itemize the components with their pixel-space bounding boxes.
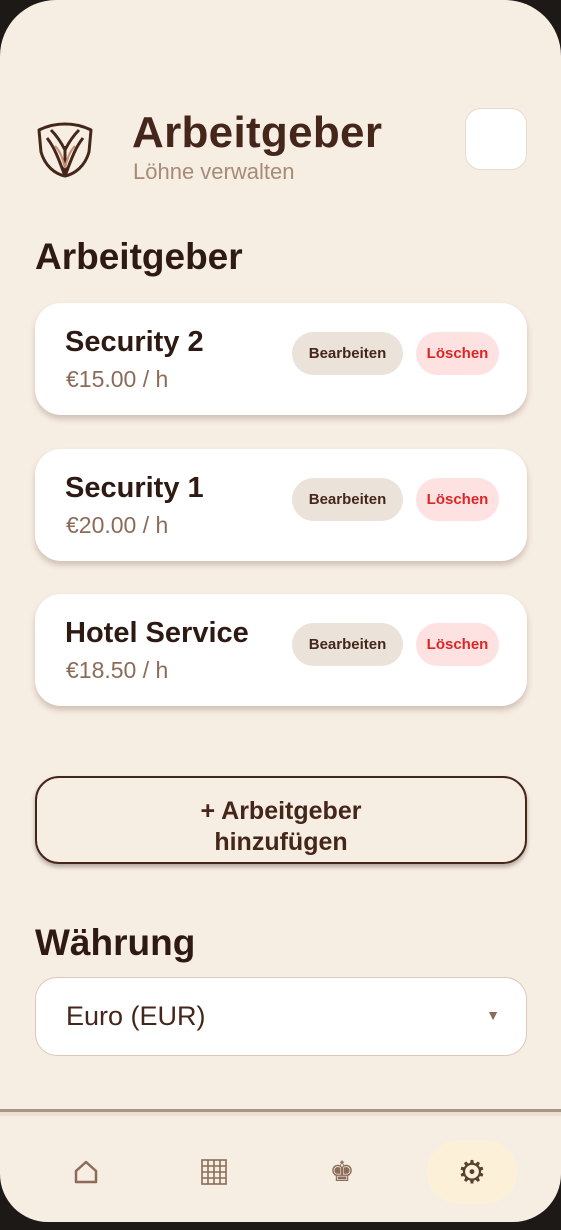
employer-card: Hotel Service €18.50 / h Bearbeiten Lösc… [35,594,527,706]
currency-selected-value: Euro (EUR) [66,1001,206,1031]
home-icon [74,1160,98,1184]
page-subtitle: Löhne verwalten [133,159,295,184]
employer-name: Security 1 [65,472,204,504]
gear-icon: ⚙ [457,1154,487,1190]
employer-name: Security 2 [65,326,204,358]
bottom-navigation: ♚ ⚙ [0,1116,561,1222]
nav-item-home[interactable] [41,1140,131,1204]
page-header: Arbeitgeber Löhne verwalten [35,108,527,188]
employer-card: Security 2 €15.00 / h Bearbeiten Löschen [35,303,527,415]
screen-corner [0,0,112,112]
nav-item-crown[interactable]: ♚ [297,1140,387,1204]
screen-corner [449,0,561,112]
employers-section-title: Arbeitgeber [35,236,243,277]
calendar-grid-icon [201,1159,227,1185]
header-action-button[interactable] [465,108,527,170]
edit-employer-button[interactable]: Bearbeiten [292,623,403,666]
add-employer-button[interactable]: + Arbeitgeber hinzufügen [35,776,527,864]
edit-employer-button[interactable]: Bearbeiten [292,478,403,521]
app-screen: Arbeitgeber Löhne verwalten Arbeitgeber … [0,0,561,1222]
edit-employer-button[interactable]: Bearbeiten [292,332,403,375]
employer-name: Hotel Service [65,617,249,649]
currency-section-title: Währung [35,922,196,963]
delete-employer-button[interactable]: Löschen [416,623,499,666]
employer-card: Security 1 €20.00 / h Bearbeiten Löschen [35,449,527,561]
employer-rate: €18.50 / h [66,657,169,683]
page-title: Arbeitgeber [132,108,383,157]
crown-icon: ♚ [329,1156,355,1187]
employer-rate: €15.00 / h [66,366,169,392]
delete-employer-button[interactable]: Löschen [416,332,499,375]
currency-select[interactable]: Euro (EUR) ▼ [35,977,527,1056]
nav-item-settings[interactable]: ⚙ [427,1140,517,1204]
app-logo-icon [37,122,93,178]
delete-employer-button[interactable]: Löschen [416,478,499,521]
dropdown-arrow-icon: ▼ [486,1007,500,1023]
nav-item-calendar[interactable] [169,1140,259,1204]
employer-rate: €20.00 / h [66,512,169,538]
